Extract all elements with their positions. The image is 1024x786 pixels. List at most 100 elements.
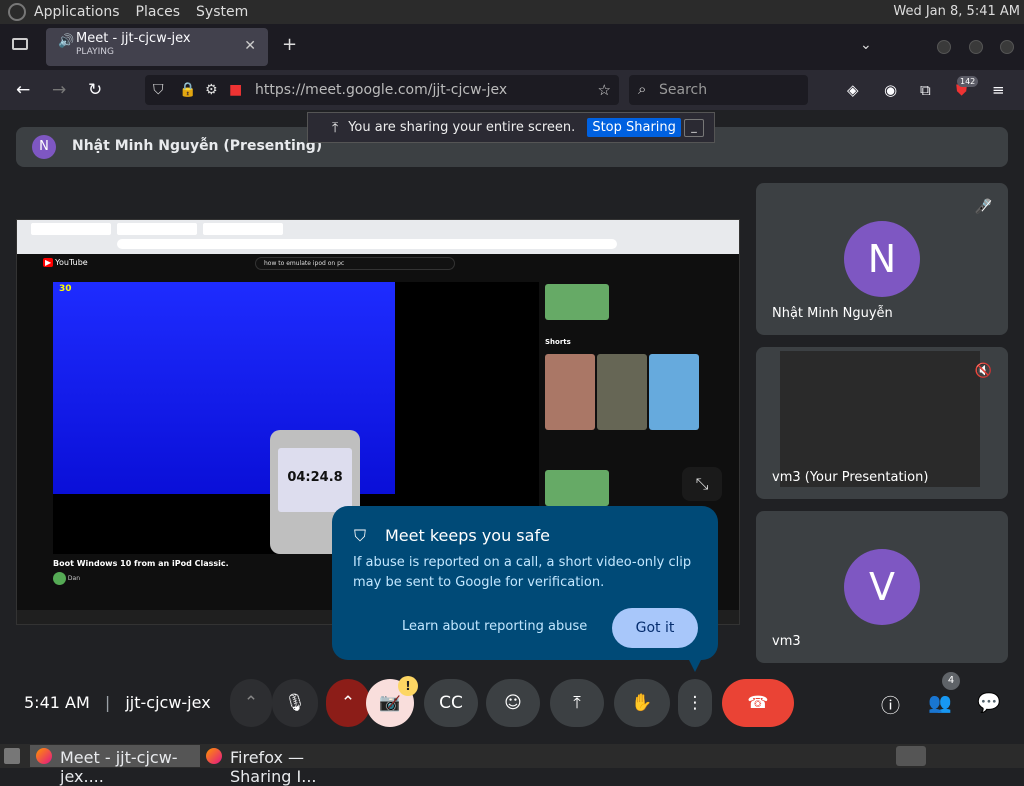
emoji-button[interactable]: ☺ — [486, 679, 540, 727]
search-icon: ⌕ — [638, 80, 647, 98]
youtube-logo: ▶ YouTube — [43, 258, 88, 267]
meeting-details-icon[interactable]: ⓘ — [881, 691, 900, 718]
captions-button[interactable]: CC — [424, 679, 478, 727]
video-thumbnail — [545, 284, 609, 320]
tab-list-icon[interactable] — [12, 38, 28, 50]
participant-count: 4 — [942, 672, 960, 690]
distro-logo-icon[interactable] — [8, 3, 26, 21]
url-bar[interactable]: ⛉ 🔒 ⚙ ■ https://meet.google.com/jjt-cjcw… — [145, 75, 619, 105]
minimize-window-button[interactable] — [937, 40, 951, 54]
lock-icon[interactable]: 🔒 — [179, 82, 196, 98]
microphone-button[interactable]: 🎙 — [272, 679, 318, 727]
youtube-search: how to emulate ipod on pc — [255, 257, 455, 270]
minimize-share-bar-button[interactable]: _ — [684, 119, 704, 137]
extensions-icon[interactable]: ⧉ — [920, 81, 931, 99]
applications-menu[interactable]: Applications — [34, 4, 120, 20]
video-channel: Dan — [53, 572, 213, 586]
reload-icon[interactable]: ↻ — [88, 80, 102, 100]
people-icon[interactable]: 👥 — [928, 691, 952, 714]
got-it-button[interactable]: Got it — [612, 608, 698, 648]
tab-meet[interactable]: 🔊 Meet - jjt-cjcw-jex PLAYING ✕ — [46, 28, 268, 66]
participant-tile[interactable]: 🔇 vm3 (Your Presentation) — [756, 347, 1008, 499]
mic-muted-icon: 🎤̸ — [974, 199, 992, 215]
back-icon[interactable]: ← — [16, 80, 30, 100]
shield-icon: ⛉ — [354, 526, 367, 545]
video-badge: 30 — [59, 284, 72, 294]
forward-icon[interactable]: → — [52, 80, 66, 100]
list-all-tabs-chevron-icon[interactable]: ⌄ — [860, 37, 872, 53]
learn-more-link[interactable]: Learn about reporting abuse — [402, 619, 587, 634]
menu-hamburger-icon[interactable]: ≡ — [992, 81, 1005, 99]
bookmark-star-icon[interactable]: ☆ — [598, 81, 611, 99]
tab-title: Meet - jjt-cjcw-jex — [76, 31, 191, 46]
places-menu[interactable]: Places — [136, 4, 181, 20]
short-thumbnail — [649, 354, 699, 430]
more-options-button[interactable]: ⋮ — [678, 679, 712, 727]
shared-url-bar — [117, 239, 617, 249]
meeting-info: 5:41 AM | jjt-cjcw-jex — [24, 693, 211, 712]
permissions-icon[interactable]: ⚙ — [205, 82, 218, 98]
maximize-window-button[interactable] — [969, 40, 983, 54]
workspace-switcher[interactable] — [896, 746, 926, 766]
video-options-chevron-icon[interactable]: ⌃ — [326, 679, 370, 727]
expand-presentation-icon[interactable]: ⤡ — [682, 467, 722, 501]
participant-name: Nhật Minh Nguyễn — [772, 306, 893, 321]
present-button[interactable]: ⤒ — [550, 679, 604, 727]
screen-share-notification: ⤒ You are sharing your entire screen. St… — [307, 112, 715, 143]
search-placeholder: Search — [659, 82, 708, 98]
stop-sharing-button[interactable]: Stop Sharing — [587, 118, 681, 137]
close-tab-icon[interactable]: ✕ — [244, 38, 256, 54]
desktop-clock[interactable]: Wed Jan 8, 5:41 AM — [893, 4, 1020, 19]
shared-tab — [203, 223, 283, 235]
shared-browser-chrome — [17, 220, 739, 254]
new-tab-icon[interactable]: + — [282, 34, 297, 55]
meeting-code: jjt-cjcw-jex — [125, 693, 211, 712]
short-thumbnail — [545, 354, 595, 430]
tab-status: PLAYING — [76, 47, 114, 57]
audio-options-chevron-icon[interactable]: ⌃ — [230, 679, 272, 727]
participant-name: vm3 — [772, 634, 801, 649]
presenter-name: Nhật Minh Nguyễn (Presenting) — [72, 138, 323, 154]
participant-name: vm3 (Your Presentation) — [772, 470, 929, 485]
leave-call-button[interactable]: ☎ — [722, 679, 794, 727]
firefox-icon — [36, 748, 52, 764]
firefox-icon — [206, 748, 222, 764]
screen-share-indicator-icon[interactable]: ■ — [229, 82, 242, 98]
speaker-icon[interactable]: 🔊 — [58, 34, 74, 49]
tracking-shield-icon[interactable]: ⛉ — [153, 82, 164, 98]
avatar: N — [844, 221, 920, 297]
desktop-top-panel: Applications Places System Wed Jan 8, 5:… — [0, 0, 1024, 24]
system-menu[interactable]: System — [196, 4, 248, 20]
warning-icon: ! — [398, 676, 418, 696]
taskbar-item-meet[interactable]: Meet - jjt-cjcw-jex.... — [30, 745, 200, 786]
short-thumbnail — [597, 354, 647, 430]
popup-title: Meet keeps you safe — [385, 526, 550, 545]
audio-muted-icon: 🔇 — [974, 363, 992, 379]
presentation-preview — [780, 351, 980, 487]
popup-tail — [687, 656, 703, 672]
video-title: Boot Windows 10 from an iPod Classic. — [53, 559, 229, 568]
avatar: N — [32, 135, 56, 159]
pocket-icon[interactable]: ◈ — [847, 81, 859, 99]
share-screen-icon: ⤒ — [332, 119, 339, 136]
video-thumbnail — [545, 470, 609, 506]
share-message: You are sharing your entire screen. — [348, 120, 576, 135]
close-window-button[interactable] — [1000, 40, 1014, 54]
taskbar-item-firefox[interactable]: Firefox — Sharing I... — [200, 745, 370, 786]
shared-tab — [31, 223, 111, 235]
participant-tile[interactable]: V vm3 — [756, 511, 1008, 663]
url-text: https://meet.google.com/jjt-cjcw-jex — [255, 82, 508, 98]
shorts-heading: Shorts — [545, 338, 571, 346]
extension-badge: 142 — [957, 76, 979, 87]
participant-tile[interactable]: 🎤̸ N Nhật Minh Nguyễn — [756, 183, 1008, 335]
taskbar-item-label: Firefox — Sharing I... — [230, 748, 317, 786]
show-desktop-icon[interactable] — [4, 748, 20, 764]
chat-icon[interactable]: 💬 — [977, 691, 1001, 714]
account-icon[interactable]: ◉ — [884, 81, 897, 99]
avatar: V — [844, 549, 920, 625]
popup-body: If abuse is reported on a call, a short … — [353, 555, 692, 590]
search-input[interactable]: ⌕ Search — [629, 75, 808, 105]
raise-hand-button[interactable]: ✋ — [614, 679, 670, 727]
ipod-timer: 04:24.8 — [278, 448, 352, 512]
safety-popup: ⛉ Meet keeps you safe If abuse is report… — [332, 506, 718, 672]
